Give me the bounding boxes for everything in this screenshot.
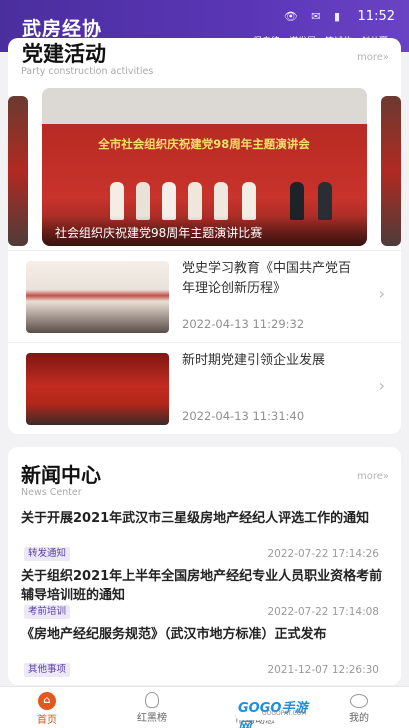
status-bar-time: 11:52 [357, 9, 395, 24]
more-link[interactable]: more» [357, 471, 389, 482]
profile-icon [350, 694, 368, 708]
news-date: 2022-04-13 11:29:32 [182, 317, 305, 331]
photo-person [290, 182, 304, 220]
status-bar-icons: 👁 ✉ ▮ [283, 10, 345, 23]
photo-person [318, 182, 332, 220]
section-title: 党建活动 [22, 42, 106, 66]
news-title: 党史学习教育《中国共产党百年理论创新历程》 [182, 261, 352, 296]
section-title: 新闻中心 [21, 463, 101, 487]
news-thumbnail [26, 261, 169, 333]
news-item-title[interactable]: 关于开展2021年武汉市三星级房地产经纪人评选工作的通知 [21, 509, 389, 528]
app-logo: 武房经协 [22, 18, 103, 40]
news-item-title[interactable]: 《房地产经纪服务规范》（武汉市地方标准）正式发布 [21, 625, 389, 644]
slide-banner-text: 全市社会组织庆祝建党98周年主题演讲会 [98, 137, 310, 151]
nav-label: 我的 [349, 713, 369, 724]
news-thumbnail [26, 353, 169, 425]
nav-label: 红黑榜 [137, 713, 167, 724]
party-news-item[interactable]: 新时期党建引领企业发展 2022-04-13 11:31:40 › [8, 342, 401, 434]
party-activities-section: 党建活动 Party construction activities more»… [8, 38, 401, 434]
slide-caption: 社会组织庆祝建党98周年主题演讲比赛 [42, 216, 367, 246]
home-icon: ⌂ [38, 692, 56, 710]
news-item-title[interactable]: 关于组织2021年上半年全国房地产经纪专业人员职业资格考前辅导培训班的通知 [21, 567, 389, 605]
news-tag: 考前培训 [24, 605, 71, 619]
watermark-subtext: GOGOPAT.COM [262, 710, 307, 717]
news-center-section: 新闻中心 News Center more» 关于开展2021年武汉市三星级房地… [8, 447, 401, 685]
nav-profile[interactable]: 我的 [318, 687, 400, 728]
news-title: 新时期党建引领企业发展 [182, 353, 326, 368]
party-news-item[interactable]: 党史学习教育《中国共产党百年理论创新历程》 2022-04-13 11:29:3… [8, 250, 401, 342]
slide-photo-people [62, 176, 352, 220]
photo-person [242, 182, 256, 220]
more-link[interactable]: more» [357, 52, 389, 63]
photo-person [214, 182, 228, 220]
carousel-prev-slide[interactable] [8, 96, 28, 246]
bottom-navigation: ⌂ 首页 红黑榜 ▦ 市场动态 我的 [0, 686, 409, 728]
nav-home[interactable]: ⌂ 首页 [6, 687, 88, 728]
news-date: 2022-07-22 17:14:08 [267, 606, 379, 618]
carousel-slide[interactable]: 全市社会组织庆祝建党98周年主题演讲会 社会组织庆祝建党98周年主题演讲比赛 [42, 88, 367, 246]
news-date: 2022-04-13 11:31:40 [182, 409, 305, 423]
bulb-icon [145, 692, 159, 708]
watermark-logo: GOGO手游网 GOGOPAT.COM [236, 694, 318, 728]
chevron-right-icon: › [378, 284, 385, 303]
news-tag: 转发通知 [24, 547, 71, 561]
nav-label: 首页 [37, 715, 57, 726]
photo-person [162, 182, 176, 220]
photo-person [136, 182, 150, 220]
nav-red-black-list[interactable]: 红黑榜 [111, 687, 193, 728]
slide-photo-ceiling [42, 88, 367, 124]
news-date: 2022-07-22 17:14:26 [267, 548, 379, 560]
photo-person [188, 182, 202, 220]
news-date: 2021-12-07 12:26:30 [267, 664, 379, 676]
news-tag: 其他事项 [24, 663, 71, 677]
section-subtitle: Party construction activities [21, 66, 154, 77]
section-subtitle: News Center [21, 487, 82, 498]
chevron-right-icon: › [378, 376, 385, 395]
carousel-next-slide[interactable] [381, 96, 401, 246]
photo-person [110, 182, 124, 220]
